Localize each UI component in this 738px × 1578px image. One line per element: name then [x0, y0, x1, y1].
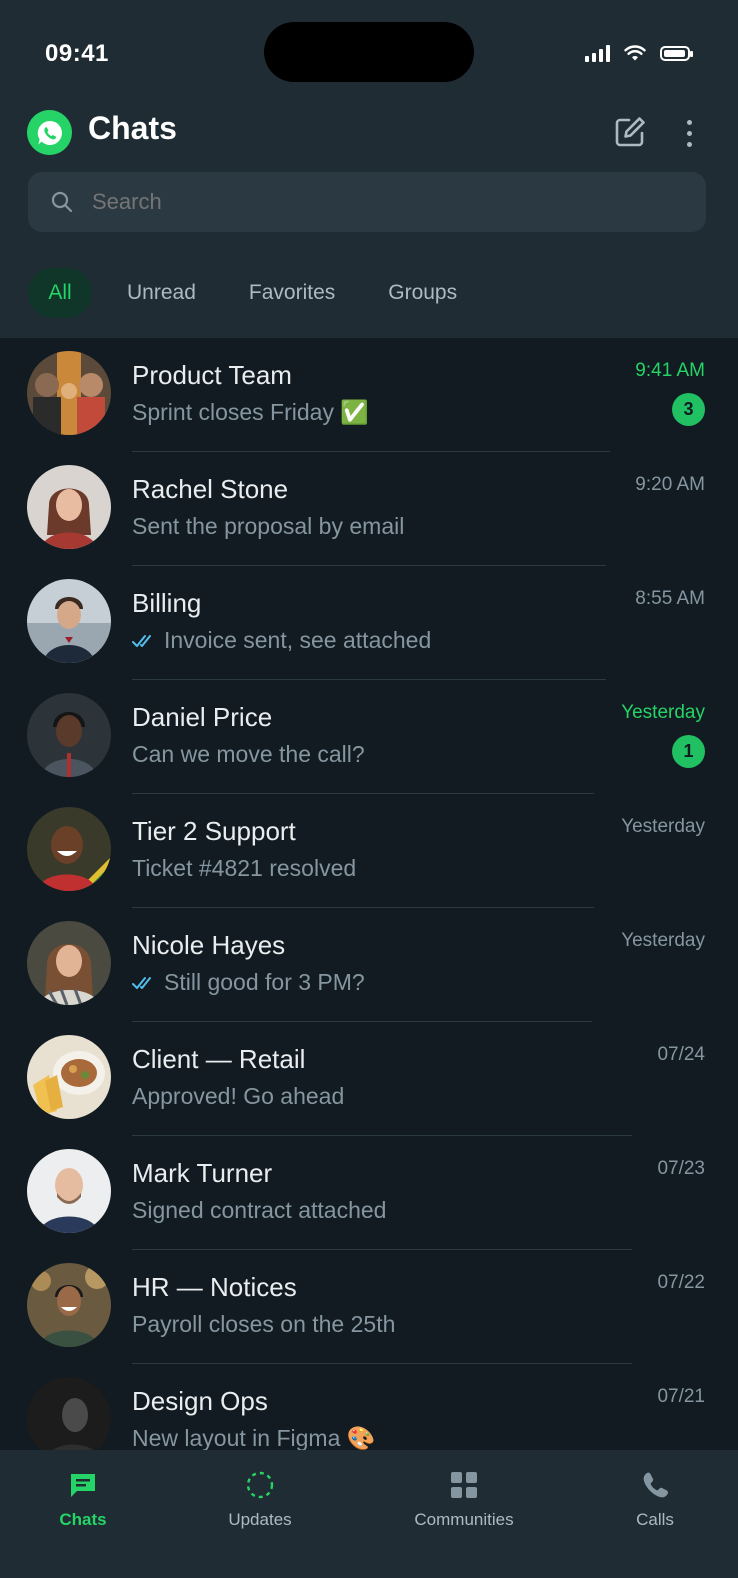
- read-receipt-icon: [132, 634, 151, 647]
- search-bar[interactable]: [28, 172, 706, 232]
- chat-time: Yesterday: [621, 930, 705, 951]
- status-time: 09:41: [45, 40, 109, 67]
- chat-preview-text: Can we move the call?: [132, 741, 365, 767]
- page-title: Chats: [88, 110, 177, 146]
- filter-chips: All Unread Favorites Groups: [28, 268, 457, 318]
- chat-preview: Sent the proposal by email: [132, 513, 404, 540]
- more-vertical-icon: [686, 119, 692, 125]
- chat-time: 9:41 AM: [635, 360, 705, 381]
- chat-row[interactable]: Rachel Stone Sent the proposal by email …: [0, 452, 738, 566]
- whatsapp-logo-icon: [27, 110, 72, 155]
- chat-name: Product Team: [132, 360, 292, 390]
- chat-name: Client — Retail: [132, 1044, 306, 1074]
- chat-preview: New layout in Figma 🎨: [132, 1425, 375, 1450]
- chat-name: Design Ops: [132, 1386, 268, 1416]
- avatar: [27, 1377, 111, 1450]
- tab-communities[interactable]: Communities: [408, 1468, 520, 1530]
- avatar: [27, 1263, 111, 1347]
- chat-preview-text: Sent the proposal by email: [132, 513, 405, 539]
- read-receipt-icon: [132, 976, 151, 989]
- bottom-tab-bar: Chats Updates Communities Calls: [0, 1450, 738, 1578]
- chat-row[interactable]: Client — Retail Approved! Go ahead 07/24: [0, 1022, 738, 1136]
- chat-preview: Can we move the call?: [132, 741, 365, 768]
- chat-name: Mark Turner: [132, 1158, 273, 1188]
- chat-time: 8:55 AM: [635, 588, 705, 609]
- tab-label: Communities: [414, 1510, 514, 1529]
- chat-time: 07/24: [657, 1044, 705, 1065]
- status-ring-icon: [243, 1468, 277, 1502]
- chat-row[interactable]: Design Ops New layout in Figma 🎨 07/21: [0, 1364, 738, 1450]
- chat-name: HR — Notices: [132, 1272, 297, 1302]
- dynamic-island: [264, 22, 474, 82]
- chat-row[interactable]: Product Team Sprint closes Friday ✅ 9:41…: [0, 338, 738, 452]
- tab-label: Calls: [636, 1510, 674, 1529]
- chat-row[interactable]: Tier 2 Support Ticket #4821 resolved Yes…: [0, 794, 738, 908]
- avatar: [27, 465, 111, 549]
- chat-preview-text: Signed contract attached: [132, 1197, 387, 1223]
- chat-time: Yesterday: [621, 702, 705, 723]
- chat-preview-text: Ticket #4821 resolved: [132, 855, 357, 881]
- avatar: [27, 921, 111, 1005]
- more-options-button[interactable]: [676, 116, 702, 150]
- chat-time: 07/22: [657, 1272, 705, 1293]
- chat-row[interactable]: Mark Turner Signed contract attached 07/…: [0, 1136, 738, 1250]
- chat-time: 9:20 AM: [635, 474, 705, 495]
- chat-preview: Ticket #4821 resolved: [132, 855, 356, 882]
- search-input[interactable]: [90, 188, 382, 216]
- unread-badge: 1: [672, 735, 705, 768]
- search-icon: [51, 191, 73, 213]
- chat-name: Billing: [132, 588, 202, 618]
- chat-name: Rachel Stone: [132, 474, 289, 504]
- new-chat-button[interactable]: [612, 114, 648, 150]
- status-icons: [585, 44, 693, 62]
- filter-groups[interactable]: Groups: [388, 268, 457, 318]
- chat-preview: Approved! Go ahead: [132, 1083, 344, 1110]
- chat-list: Product Team Sprint closes Friday ✅ 9:41…: [0, 338, 738, 1450]
- signal-icon: [585, 44, 610, 62]
- tab-updates[interactable]: Updates: [222, 1468, 298, 1530]
- chat-row[interactable]: Daniel Price Can we move the call? Yeste…: [0, 680, 738, 794]
- avatar: [27, 579, 111, 663]
- phone-icon: [638, 1468, 672, 1502]
- chat-row[interactable]: HR — Notices Payroll closes on the 25th …: [0, 1250, 738, 1364]
- chat-time: Yesterday: [621, 816, 705, 837]
- chat-preview-text: Still good for 3 PM?: [164, 969, 365, 995]
- chat-preview-text: Invoice sent, see attached: [164, 627, 432, 653]
- chat-row[interactable]: Nicole Hayes Still good for 3 PM? Yester…: [0, 908, 738, 1022]
- avatar: [27, 351, 111, 435]
- chat-preview: Sprint closes Friday ✅: [132, 399, 369, 426]
- chat-bubble-icon: [66, 1468, 100, 1502]
- avatar: [27, 1035, 111, 1119]
- wifi-icon: [624, 44, 646, 60]
- tab-calls[interactable]: Calls: [630, 1468, 680, 1530]
- chat-preview: Signed contract attached: [132, 1197, 386, 1224]
- filter-all[interactable]: All: [28, 268, 92, 318]
- chat-preview-text: Approved! Go ahead: [132, 1083, 345, 1109]
- chat-preview-text: New layout in Figma 🎨: [132, 1425, 376, 1450]
- battery-icon: [660, 45, 693, 61]
- unread-badge: 3: [672, 393, 705, 426]
- chat-preview: Invoice sent, see attached: [132, 627, 431, 654]
- tab-label: Updates: [228, 1510, 292, 1529]
- chat-name: Nicole Hayes: [132, 930, 286, 960]
- chat-name: Tier 2 Support: [132, 816, 296, 846]
- chat-row[interactable]: Billing Invoice sent, see attached 8:55 …: [0, 566, 738, 680]
- app-header: 09:41 Chats All: [0, 0, 738, 338]
- chat-preview-text: Payroll closes on the 25th: [132, 1311, 396, 1337]
- avatar: [27, 1149, 111, 1233]
- tab-chats[interactable]: Chats: [52, 1468, 114, 1530]
- filter-favorites[interactable]: Favorites: [249, 268, 335, 318]
- filter-unread[interactable]: Unread: [127, 268, 196, 318]
- tab-label: Chats: [59, 1510, 107, 1529]
- communities-grid-icon: [447, 1468, 481, 1502]
- avatar: [27, 807, 111, 891]
- compose-icon: [615, 117, 645, 147]
- chat-time: 07/21: [657, 1386, 705, 1407]
- chat-name: Daniel Price: [132, 702, 273, 732]
- chat-preview: Payroll closes on the 25th: [132, 1311, 395, 1338]
- chat-preview-text: Sprint closes Friday ✅: [132, 399, 369, 425]
- chat-preview: Still good for 3 PM?: [132, 969, 365, 996]
- avatar: [27, 693, 111, 777]
- chat-time: 07/23: [657, 1158, 705, 1179]
